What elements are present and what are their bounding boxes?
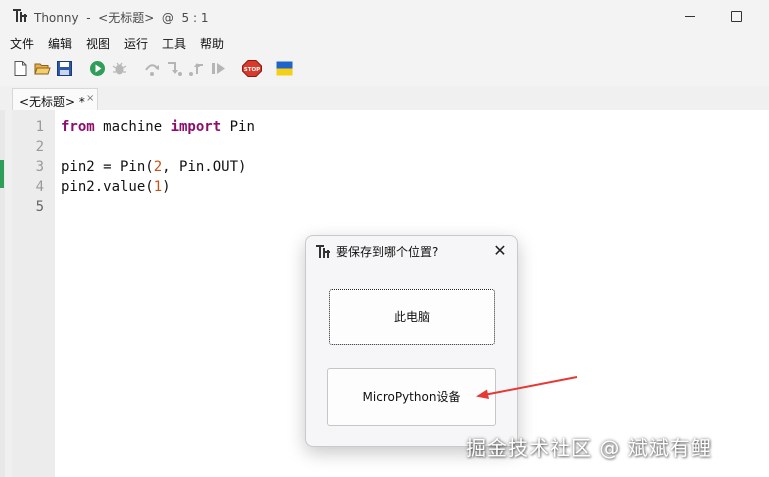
debug-icon[interactable] <box>111 60 128 77</box>
run-icon[interactable] <box>89 60 106 77</box>
line-number-gutter: 1 2 3 4 5 <box>12 110 55 477</box>
step-over-icon[interactable] <box>144 60 161 77</box>
close-icon[interactable]: ✕ <box>489 240 511 262</box>
tab-untitled[interactable]: <无标题> * × <box>12 88 98 110</box>
line-number: 1 <box>35 119 44 135</box>
code-number: 2 <box>153 159 163 175</box>
code-text: Pin <box>221 119 255 135</box>
code-text: ) <box>162 179 171 195</box>
code-text: pin2.value( <box>61 179 154 195</box>
menu-bar: 文件 编辑 视图 运行 工具 帮助 <box>0 32 769 52</box>
line-number: 4 <box>35 179 44 195</box>
new-file-icon[interactable] <box>12 60 29 77</box>
resume-icon[interactable] <box>210 60 227 77</box>
menu-file[interactable]: 文件 <box>10 35 34 52</box>
line-number: 2 <box>35 139 44 155</box>
dialog-title: 要保存到哪个位置? <box>336 245 439 259</box>
background-window-accent <box>0 160 4 188</box>
menu-help[interactable]: 帮助 <box>200 35 224 52</box>
stop-icon[interactable]: STOP <box>242 60 262 77</box>
maximize-button[interactable] <box>710 4 756 28</box>
save-icon[interactable] <box>56 60 73 77</box>
tab-label: <无标题> * <box>19 95 85 109</box>
code-line: pin2 = Pin(2, Pin.OUT) <box>61 159 246 175</box>
stop-label: STOP <box>244 67 260 73</box>
menu-edit[interactable]: 编辑 <box>48 35 72 52</box>
window-title: Thonny - <无标题> @ 5 : 1 <box>34 11 209 25</box>
code-text: , Pin.OUT) <box>162 159 247 175</box>
code-keyword: import <box>170 119 222 135</box>
menu-tools[interactable]: 工具 <box>162 35 186 52</box>
code-line: from machine import Pin <box>61 119 255 135</box>
step-into-icon[interactable] <box>166 60 183 77</box>
line-number: 3 <box>35 159 44 175</box>
ukraine-flag-icon[interactable] <box>276 60 293 77</box>
toolbar: STOP <box>0 52 769 86</box>
tab-close-icon[interactable]: × <box>86 93 94 104</box>
thonny-app-icon <box>13 9 27 22</box>
code-keyword: from <box>61 119 95 135</box>
menu-view[interactable]: 视图 <box>86 35 110 52</box>
editor-tab-bar: <无标题> * × <box>0 86 769 110</box>
this-computer-button[interactable]: 此电脑 <box>329 289 495 345</box>
minimize-button[interactable] <box>663 4 709 28</box>
watermark: 掘金技术社区 @ 斌斌有鲤 <box>466 436 712 460</box>
menu-run[interactable]: 运行 <box>124 35 148 52</box>
annotation-arrow <box>476 376 578 399</box>
title-bar: Thonny - <无标题> @ 5 : 1 <box>0 0 769 32</box>
line-number-current: 5 <box>35 199 44 215</box>
step-out-icon[interactable] <box>188 60 205 77</box>
code-number: 1 <box>153 179 163 195</box>
open-folder-icon[interactable] <box>34 60 51 77</box>
thonny-app-icon <box>316 245 330 258</box>
code-text: pin2 = Pin( <box>61 159 154 175</box>
code-text: machine <box>94 119 171 135</box>
save-location-dialog: 要保存到哪个位置? ✕ 此电脑 MicroPython设备 <box>305 235 518 447</box>
code-line: pin2.value(1) <box>61 179 171 195</box>
